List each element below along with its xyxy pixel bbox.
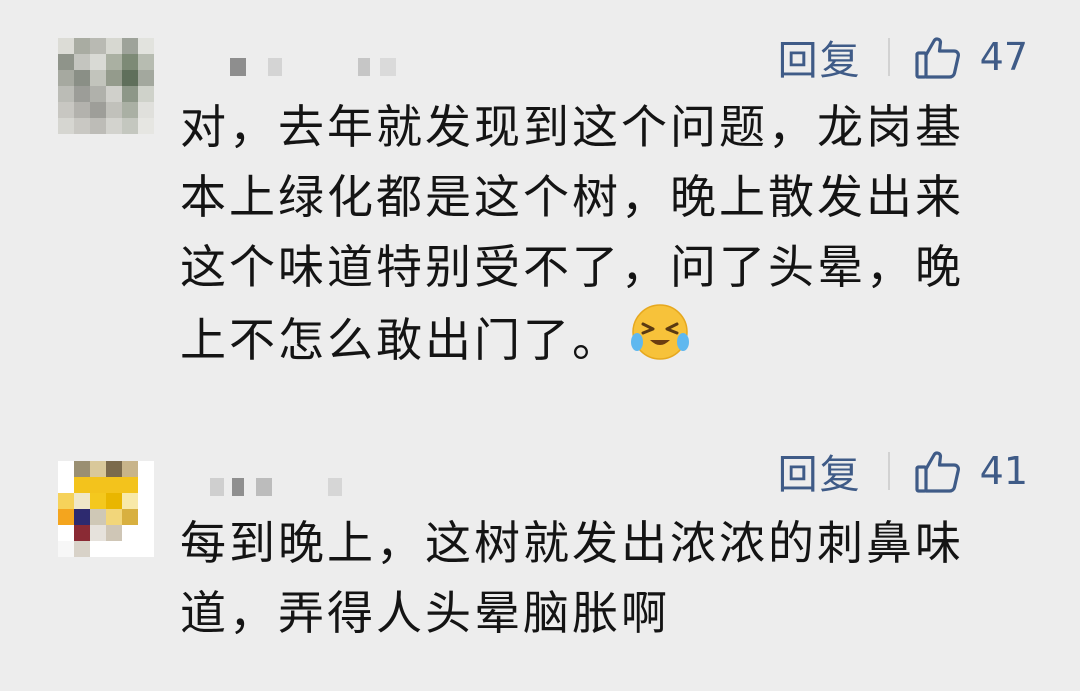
comment-actions: 回复 47 [778,32,1028,84]
like-count: 47 [979,35,1028,79]
reply-button[interactable]: 回复 [778,28,862,86]
laughing-tears-emoji-icon [629,302,691,364]
like-button[interactable]: 47 [914,33,1028,81]
comment-text: 对，去年就发现到这个问题，龙岗基本上绿化都是这个树，晚上散发出来这个味道特别受不… [180,92,1010,375]
avatar[interactable] [58,38,154,134]
like-button[interactable]: 41 [914,447,1028,495]
divider [887,452,890,490]
reply-button[interactable]: 回复 [778,442,862,500]
avatar[interactable] [58,461,154,557]
like-count: 41 [979,449,1028,493]
comment-item: 回复 47 对，去年就发现到这个问题，龙岗基本上绿化都是这个树，晚上散发出来这个… [0,0,1080,440]
thumbs-up-icon [914,447,962,495]
comment-text-body: 对，去年就发现到这个问题，龙岗基本上绿化都是这个树，晚上散发出来这个味道特别受不… [180,100,964,367]
comment-item: 回复 41 每到晚上，这树就发出浓浓的刺鼻味道，弄得人头晕脑胀啊 [0,440,1080,691]
comment-text: 每到晚上，这树就发出浓浓的刺鼻味道，弄得人头晕脑胀啊 [180,516,964,640]
divider [887,38,890,76]
thumbs-up-icon [914,33,962,81]
comment-actions: 回复 41 [778,446,1028,498]
